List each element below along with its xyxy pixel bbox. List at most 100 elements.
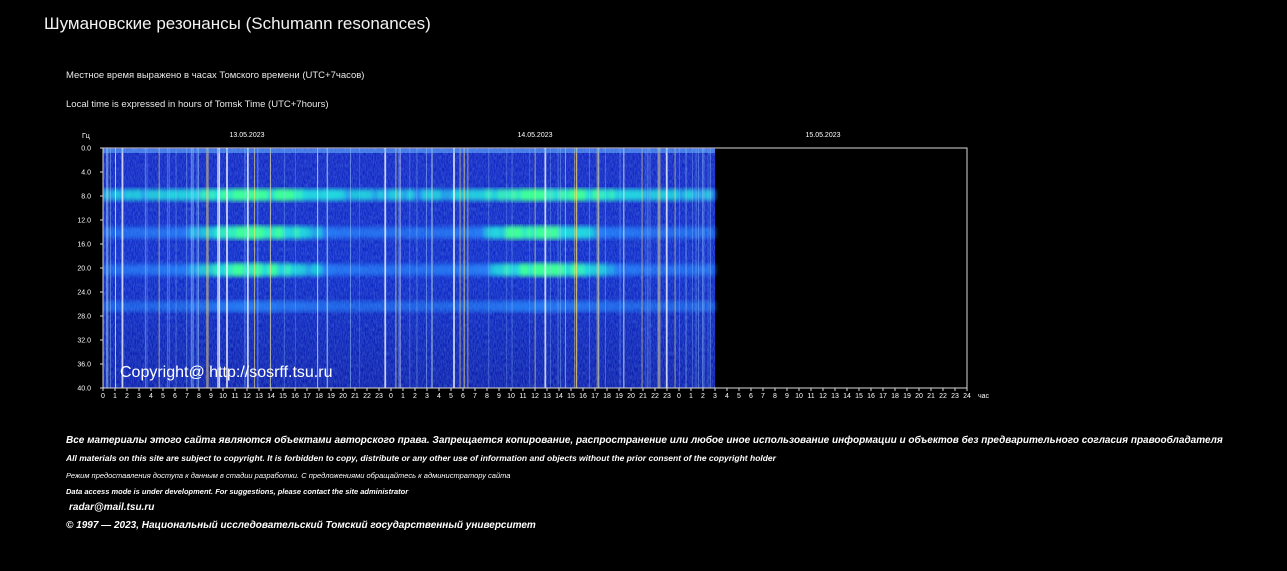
x-tick-label: 20 xyxy=(339,393,347,400)
y-tick-label: 4.0 xyxy=(81,170,91,177)
x-tick-label: 4 xyxy=(149,393,153,400)
y-tick-label: 0.0 xyxy=(81,146,91,153)
x-tick-label: 11 xyxy=(231,393,238,400)
x-tick-label: 12 xyxy=(243,393,251,400)
x-tick-label: 20 xyxy=(915,393,923,400)
x-tick-label: 14 xyxy=(555,393,563,400)
x-tick-label: 3 xyxy=(425,393,429,400)
x-tick-label: 0 xyxy=(389,393,393,400)
x-tick-label: 16 xyxy=(579,393,587,400)
x-tick-label: 18 xyxy=(315,393,323,400)
x-tick-label: 8 xyxy=(485,393,489,400)
x-tick-label: 3 xyxy=(713,393,717,400)
x-tick-label: 16 xyxy=(867,393,875,400)
y-axis: 0.0 4.0 8.0 12.0 16.0 20.0 24.0 28.0 32.0 36.0 40.… xyxy=(77,146,103,393)
x-tick-label: 23 xyxy=(375,393,383,400)
x-tick-label: 18 xyxy=(603,393,611,400)
x-tick-label: 22 xyxy=(363,393,371,400)
x-axis: 0 1 2 3 4 5 6 7 8 9 10 11 12 13 14 15 16 17 18 19 20 21 22 23 0 1… xyxy=(101,388,971,400)
x-tick-label: 17 xyxy=(303,393,311,400)
y-tick-label: 28.0 xyxy=(77,314,91,321)
y-tick-label: 20.0 xyxy=(77,266,91,273)
copyright-notice-ru: Все материалы этого сайта являются объек… xyxy=(66,435,1223,446)
x-tick-label: 4 xyxy=(725,393,729,400)
x-tick-label: 9 xyxy=(785,393,789,400)
x-tick-label: 14 xyxy=(267,393,275,400)
x-tick-label: 5 xyxy=(161,393,165,400)
y-tick-label: 40.0 xyxy=(77,386,91,393)
x-tick-label: 15 xyxy=(567,393,575,400)
x-tick-label: 1 xyxy=(401,393,405,400)
x-tick-label: 23 xyxy=(951,393,959,400)
x-tick-label: 13 xyxy=(543,393,551,400)
x-tick-label: 22 xyxy=(651,393,659,400)
y-tick-label: 12.0 xyxy=(77,218,91,225)
x-tick-label: 12 xyxy=(531,393,539,400)
access-notice-en: Data access mode is under development. F… xyxy=(66,487,409,496)
x-tick-label: 24 xyxy=(963,393,971,400)
x-tick-label: 18 xyxy=(891,393,899,400)
x-tick-label: 2 xyxy=(701,393,705,400)
x-tick-label: 3 xyxy=(137,393,141,400)
x-tick-label: 8 xyxy=(197,393,201,400)
x-tick-label: 11 xyxy=(519,393,526,400)
watermark-text: Copyright@ http://sosrff.tsu.ru xyxy=(120,364,332,381)
schumann-spectrogram-chart: 0.0 4.0 8.0 12.0 16.0 20.0 24.0 28.0 32.0 36.0 40.… xyxy=(77,132,990,400)
x-tick-label: 2 xyxy=(413,393,417,400)
date-labels: 13.05.2023 14.05.2023 15.05.2023 xyxy=(229,132,840,139)
x-axis-label: час xyxy=(978,393,990,400)
x-tick-label: 8 xyxy=(773,393,777,400)
y-axis-label: Гц xyxy=(82,133,90,140)
x-tick-label: 0 xyxy=(677,393,681,400)
x-tick-label: 7 xyxy=(761,393,765,400)
x-tick-label: 10 xyxy=(795,393,803,400)
x-tick-label: 16 xyxy=(291,393,299,400)
top-noise-strip xyxy=(103,149,715,153)
y-tick-label: 32.0 xyxy=(77,338,91,345)
x-tick-label: 12 xyxy=(819,393,827,400)
x-tick-label: 6 xyxy=(749,393,753,400)
organization-copyright: © 1997 — 2023, Национальный исследовател… xyxy=(66,520,536,531)
x-tick-label: 6 xyxy=(461,393,465,400)
x-tick-label: 19 xyxy=(615,393,623,400)
x-tick-label: 21 xyxy=(927,393,935,400)
x-tick-label: 7 xyxy=(185,393,189,400)
x-tick-label: 6 xyxy=(173,393,177,400)
x-tick-label: 9 xyxy=(209,393,213,400)
x-tick-label: 15 xyxy=(279,393,287,400)
y-tick-label: 36.0 xyxy=(77,362,91,369)
y-tick-label: 8.0 xyxy=(81,194,91,201)
copyright-notice-en: All materials on this site are subject t… xyxy=(66,453,776,463)
date-label: 15.05.2023 xyxy=(805,132,840,139)
x-tick-label: 19 xyxy=(327,393,335,400)
x-tick-label: 5 xyxy=(737,393,741,400)
x-tick-label: 7 xyxy=(473,393,477,400)
x-tick-label: 20 xyxy=(627,393,635,400)
y-tick-label: 24.0 xyxy=(77,290,91,297)
x-tick-label: 1 xyxy=(113,393,117,400)
x-tick-label: 17 xyxy=(879,393,887,400)
x-tick-label: 19 xyxy=(903,393,911,400)
x-tick-label: 11 xyxy=(807,393,814,400)
access-notice-ru: Режим предоставления доступа к данным в … xyxy=(66,471,511,480)
x-tick-label: 21 xyxy=(351,393,359,400)
x-tick-label: 13 xyxy=(255,393,263,400)
date-label: 13.05.2023 xyxy=(229,132,264,139)
x-tick-label: 17 xyxy=(591,393,599,400)
x-tick-label: 14 xyxy=(843,393,851,400)
x-tick-label: 1 xyxy=(689,393,693,400)
x-tick-label: 2 xyxy=(125,393,129,400)
x-tick-label: 9 xyxy=(497,393,501,400)
x-tick-label: 10 xyxy=(507,393,515,400)
x-tick-label: 15 xyxy=(855,393,863,400)
admin-email-link[interactable]: radar@mail.tsu.ru xyxy=(69,502,154,513)
x-tick-label: 10 xyxy=(219,393,227,400)
y-tick-label: 16.0 xyxy=(77,242,91,249)
date-label: 14.05.2023 xyxy=(517,132,552,139)
x-tick-label: 4 xyxy=(437,393,441,400)
x-tick-label: 21 xyxy=(639,393,647,400)
x-tick-label: 22 xyxy=(939,393,947,400)
spectrogram-plot-area xyxy=(103,148,716,388)
x-tick-label: 13 xyxy=(831,393,839,400)
x-tick-label: 0 xyxy=(101,393,105,400)
